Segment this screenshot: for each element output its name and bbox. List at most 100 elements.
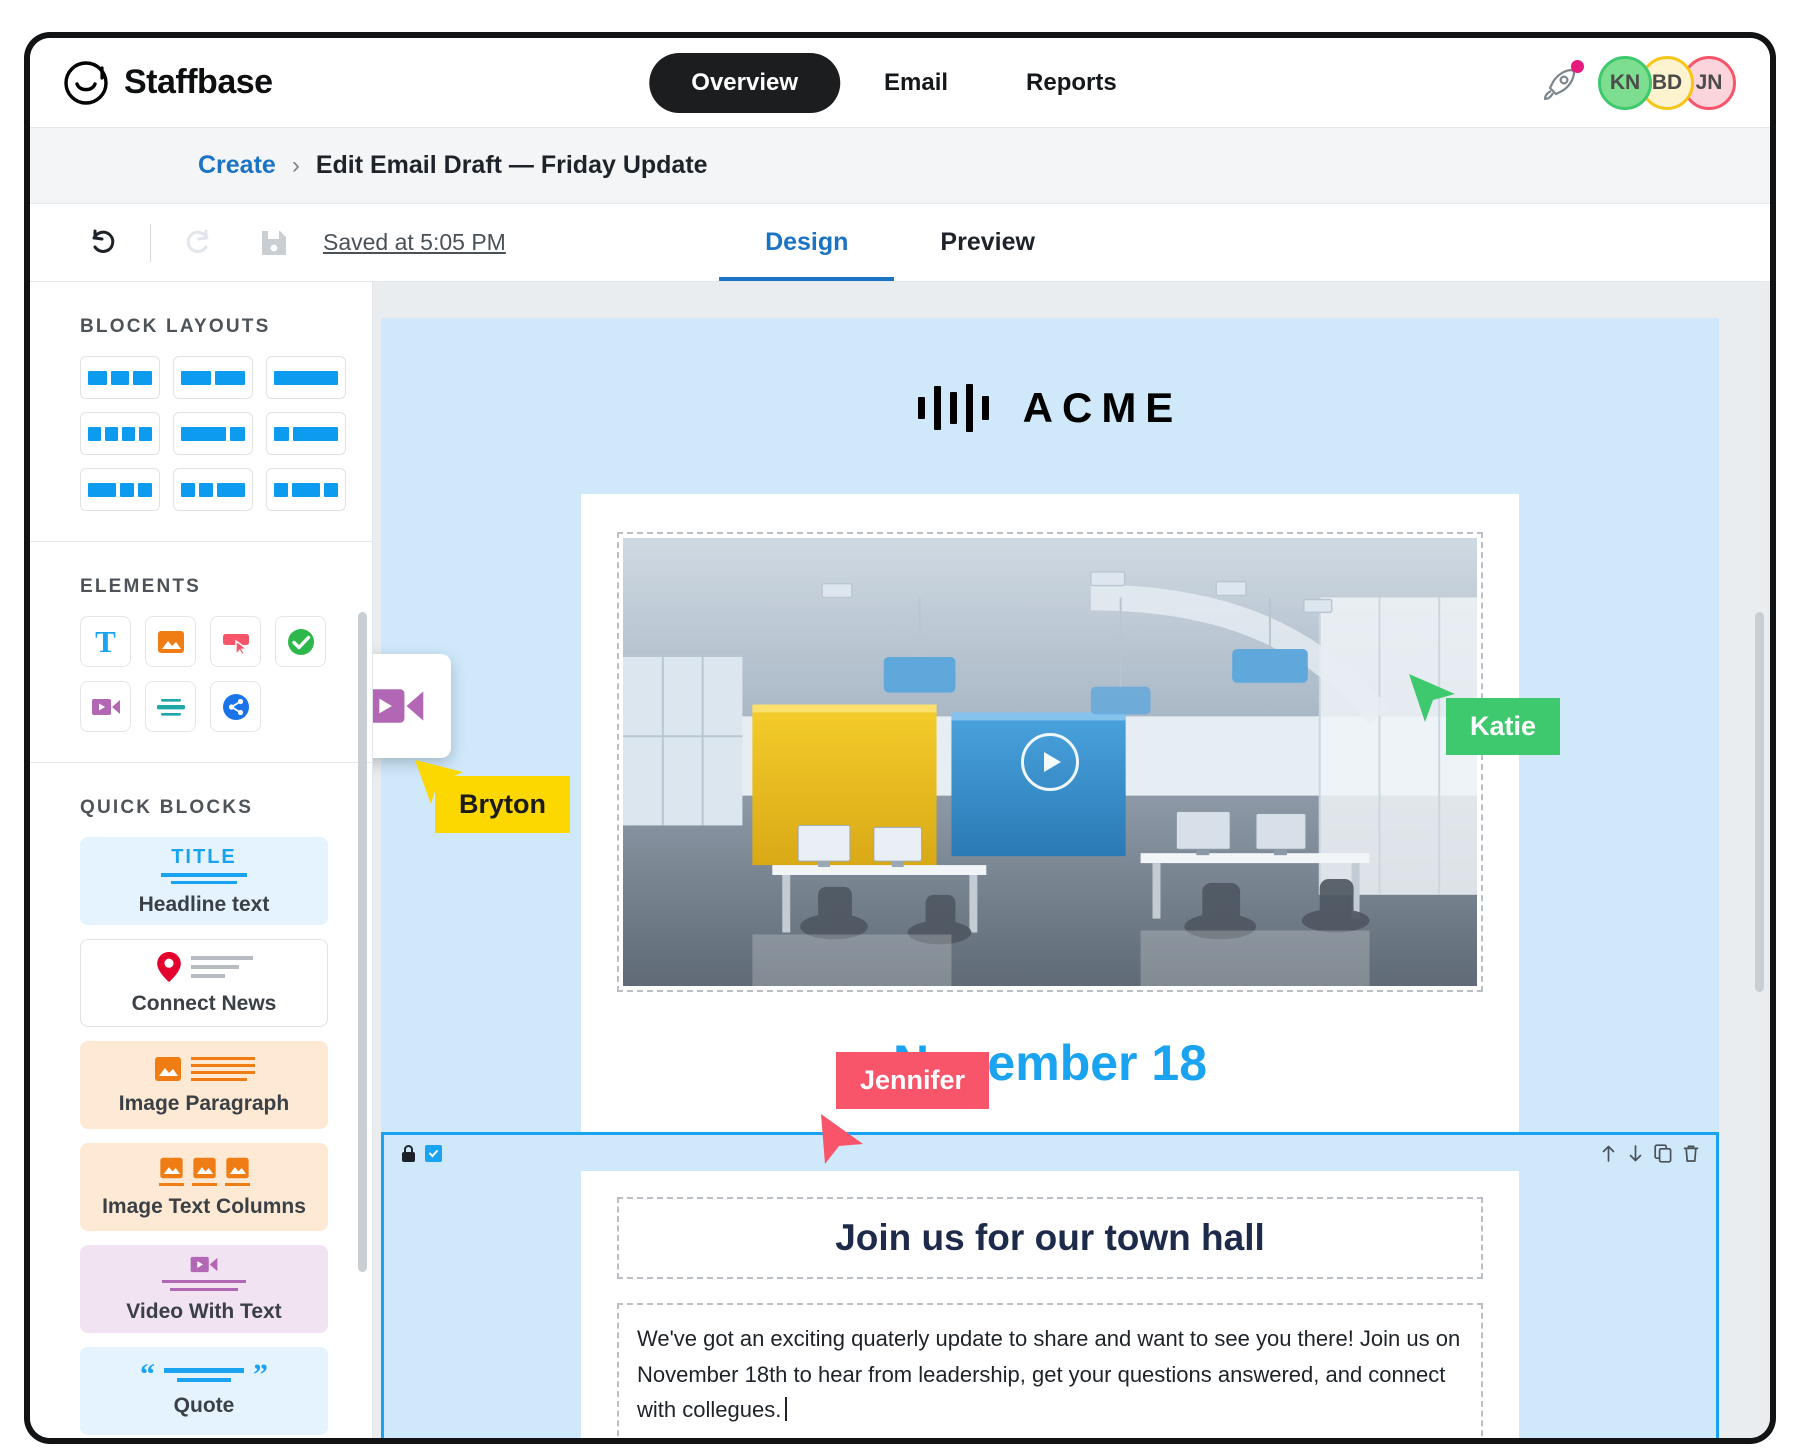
nav-item-reports[interactable]: Reports <box>992 53 1151 113</box>
arrow-down-icon[interactable] <box>1627 1144 1644 1163</box>
block-layout-4-equal[interactable] <box>80 412 160 455</box>
divider-lines-icon <box>156 698 185 716</box>
avatar-group: KN BD JN <box>1598 55 1736 110</box>
breadcrumb-create-link[interactable]: Create <box>198 151 276 180</box>
video-camera-icon <box>91 698 120 715</box>
video-camera-icon <box>373 689 424 723</box>
tab-design[interactable]: Design <box>719 204 894 281</box>
email-headline-field[interactable]: Join us for our town hall <box>617 1197 1483 1279</box>
quick-block-headline-text[interactable]: TITLE Headline text <box>80 837 328 925</box>
breadcrumb-separator-icon: › <box>291 151 300 179</box>
block-layout-wide-narrow[interactable] <box>173 412 253 455</box>
element-button[interactable] <box>210 616 261 667</box>
quick-block-image-paragraph[interactable]: Image Paragraph <box>80 1041 328 1129</box>
element-image[interactable] <box>145 616 196 667</box>
elements-grid: T <box>30 616 372 732</box>
quick-block-label: Connect News <box>131 991 277 1015</box>
block-layout-narrow-narrow-wide[interactable] <box>173 468 253 511</box>
acme-logo-text: ACME <box>1022 384 1183 431</box>
rocket-button[interactable] <box>1538 59 1584 104</box>
tab-preview[interactable]: Preview <box>894 204 1081 281</box>
breadcrumb-current-page: Edit Email Draft — Friday Update <box>315 151 708 179</box>
arrow-up-icon[interactable] <box>1600 1144 1617 1163</box>
save-button[interactable] <box>251 220 297 266</box>
lock-icon[interactable] <box>400 1144 417 1163</box>
quotation-marks-icon: “ ” <box>140 1358 268 1391</box>
element-video[interactable] <box>80 681 131 732</box>
element-survey[interactable] <box>275 616 326 667</box>
redo-icon <box>186 229 209 253</box>
element-text[interactable]: T <box>80 616 131 667</box>
collaborator-label-jennifer: Jennifer <box>836 1052 990 1109</box>
quick-block-video-with-text[interactable]: Video With Text <box>80 1245 328 1333</box>
acme-soundwave-bars-icon <box>917 384 989 432</box>
image-placeholder-frame[interactable] <box>617 532 1483 992</box>
block-toolbar-actions <box>1600 1143 1700 1163</box>
video-with-lines-icon <box>162 1254 246 1291</box>
selected-email-block[interactable]: Join us for our town hall We've got an e… <box>381 1132 1719 1438</box>
quick-block-connect-news[interactable]: Connect News <box>80 939 328 1027</box>
checkbox-checked-icon[interactable] <box>425 1144 442 1162</box>
toolbar-left-group: Saved at 5:05 PM <box>80 220 506 266</box>
nav-right-cluster: KN BD JN <box>1538 55 1736 110</box>
block-layout-1-full[interactable] <box>266 356 346 399</box>
quick-blocks-heading: QUICK BLOCKS <box>80 797 254 818</box>
nav-item-email[interactable]: Email <box>850 53 982 113</box>
save-disk-icon <box>262 230 286 255</box>
share-icon <box>222 693 249 720</box>
block-layout-narrow-wide[interactable] <box>266 412 346 455</box>
quick-block-label: Video With Text <box>126 1300 282 1323</box>
check-circle-icon <box>287 628 314 655</box>
email-block-content: Join us for our town hall We've got an e… <box>581 1171 1519 1438</box>
email-paragraph-field[interactable]: We've got an exciting quaterly update to… <box>617 1303 1483 1438</box>
element-social-share[interactable] <box>210 681 261 732</box>
quick-block-image-text-columns[interactable]: Image Text Columns <box>80 1143 328 1231</box>
block-toolbar-left <box>400 1144 442 1163</box>
office-photo <box>623 538 1477 986</box>
undo-button[interactable] <box>80 220 126 266</box>
email-canvas: ACME November 18 Join us for our town ha… <box>373 282 1770 1438</box>
button-cursor-icon <box>222 633 249 656</box>
main-nav: Overview Email Reports <box>649 52 1151 113</box>
nav-item-overview[interactable]: Overview <box>649 52 841 113</box>
screenshot-root: Staffbase Overview Email Reports KN BD J… <box>0 0 1800 1449</box>
image-icon <box>157 630 184 653</box>
collaborator-label-bryton: Bryton <box>435 776 570 833</box>
undo-icon <box>92 229 115 253</box>
app-window: Staffbase Overview Email Reports KN BD J… <box>30 38 1770 1438</box>
quick-block-label: Headline text <box>138 892 270 916</box>
email-headline: Join us for our town hall <box>835 1217 1265 1258</box>
text-caret <box>785 1397 788 1422</box>
block-layout-2-equal[interactable] <box>173 356 253 399</box>
editor-tabs: Design Preview <box>719 204 1081 281</box>
email-paragraph: We've got an exciting quaterly update to… <box>637 1326 1461 1423</box>
redo-button[interactable] <box>175 220 221 266</box>
editor-toolbar: Saved at 5:05 PM Design Preview <box>30 204 1770 282</box>
block-layout-3-equal[interactable] <box>80 356 160 399</box>
email-media-block: November 18 <box>581 494 1519 1132</box>
three-images-icon <box>158 1156 250 1186</box>
element-divider[interactable] <box>145 681 196 732</box>
block-layout-narrow-wide-narrow[interactable] <box>266 468 346 511</box>
block-layout-wide-narrow-narrow[interactable] <box>80 468 160 511</box>
duplicate-icon[interactable] <box>1654 1143 1672 1163</box>
browser-window-frame: Staffbase Overview Email Reports KN BD J… <box>24 32 1776 1444</box>
dragged-video-element-card[interactable] <box>373 654 451 758</box>
quick-block-label: Image Text Columns <box>102 1194 306 1218</box>
sidebar-scrollbar[interactable] <box>358 612 367 1272</box>
elements-heading: ELEMENTS <box>80 576 202 597</box>
avatar-kn[interactable]: KN <box>1598 55 1652 110</box>
quick-block-quote[interactable]: “ ” Quote <box>80 1347 328 1435</box>
toolbar-divider <box>150 223 151 262</box>
quick-block-label: Quote <box>173 1394 235 1417</box>
saved-status[interactable]: Saved at 5:05 PM <box>323 229 506 256</box>
canvas-scrollbar[interactable] <box>1755 612 1764 992</box>
collaborator-label-katie: Katie <box>1446 698 1561 755</box>
left-sidebar: BLOCK LAYOUTS ELEMENTS T QUICK BLOCKS TI… <box>30 282 373 1438</box>
title-underline-icon: TITLE <box>161 846 247 884</box>
brand[interactable]: Staffbase <box>62 59 273 107</box>
video-play-button[interactable] <box>1021 733 1079 791</box>
block-layouts-grid <box>30 356 372 511</box>
trash-icon[interactable] <box>1682 1144 1700 1163</box>
email-preview: ACME November 18 Join us for our town ha… <box>381 318 1719 1438</box>
